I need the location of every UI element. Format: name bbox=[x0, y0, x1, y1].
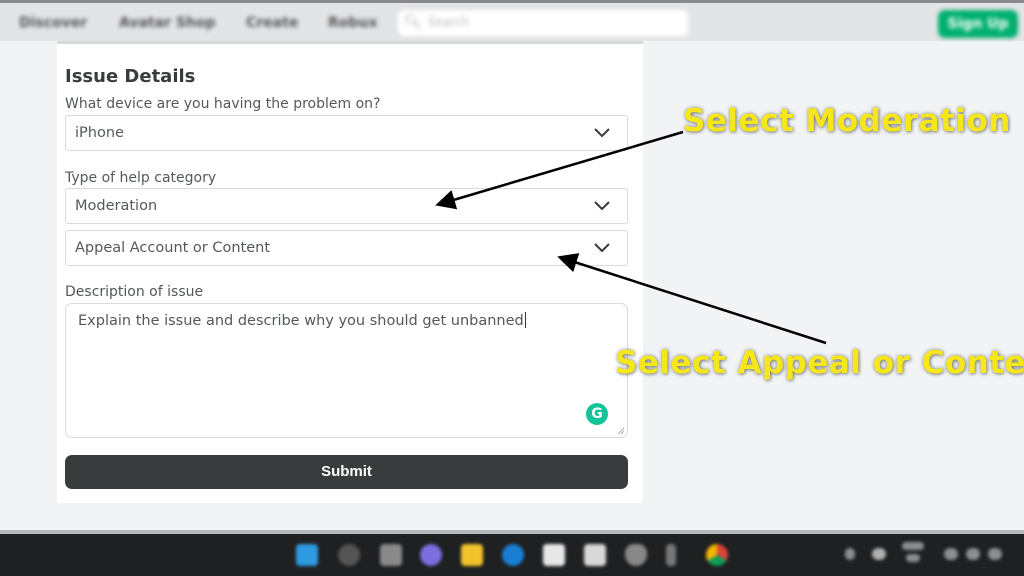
device-select-value: iPhone bbox=[75, 125, 124, 141]
text-caret bbox=[524, 312, 526, 328]
category-select[interactable]: Moderation bbox=[65, 188, 628, 224]
nav-link-robux[interactable]: Robux bbox=[328, 15, 377, 31]
nav-link-create[interactable]: Create bbox=[246, 15, 298, 31]
search-placeholder: Search bbox=[428, 15, 470, 29]
windows-start-icon[interactable] bbox=[296, 544, 318, 566]
shield-icon[interactable] bbox=[625, 544, 647, 566]
section-heading: Issue Details bbox=[65, 66, 196, 87]
app-icon[interactable] bbox=[584, 544, 606, 566]
volume-icon[interactable] bbox=[966, 548, 980, 560]
description-textarea[interactable]: Explain the issue and describe why you s… bbox=[65, 303, 628, 438]
chevron-down-icon bbox=[594, 128, 610, 138]
search-icon: 🔍︎ bbox=[404, 14, 422, 30]
task-view-icon[interactable] bbox=[380, 544, 402, 566]
device-label: What device are you having the problem o… bbox=[65, 96, 381, 112]
resize-handle-icon[interactable] bbox=[617, 427, 625, 435]
search-icon[interactable] bbox=[338, 544, 360, 566]
tray-language-icon[interactable] bbox=[902, 542, 924, 550]
chat-icon[interactable] bbox=[420, 544, 442, 566]
battery-icon[interactable] bbox=[988, 548, 1002, 560]
chrome-icon[interactable] bbox=[706, 544, 728, 566]
tray-app-icon[interactable] bbox=[872, 548, 886, 560]
store-icon[interactable] bbox=[543, 544, 565, 566]
tray-language-sub-icon bbox=[906, 554, 920, 562]
category-select-value: Moderation bbox=[75, 198, 158, 214]
chevron-down-icon bbox=[594, 201, 610, 211]
subcategory-select-value: Appeal Account or Content bbox=[75, 240, 271, 256]
panel-divider bbox=[57, 41, 643, 44]
taskbar bbox=[0, 530, 1024, 576]
sign-up-button[interactable]: Sign Up bbox=[938, 10, 1018, 38]
description-text: Explain the issue and describe why you s… bbox=[78, 313, 524, 329]
submit-button[interactable]: Submit bbox=[65, 455, 628, 489]
subcategory-select[interactable]: Appeal Account or Content bbox=[65, 230, 628, 266]
terminal-icon[interactable] bbox=[666, 544, 676, 566]
top-navigation-bar: Discover Avatar Shop Create Robux 🔍︎ Sea… bbox=[0, 0, 1024, 41]
category-label: Type of help category bbox=[65, 170, 217, 186]
chevron-down-icon bbox=[594, 243, 610, 253]
nav-link-avatar-shop[interactable]: Avatar Shop bbox=[119, 15, 216, 31]
file-explorer-icon[interactable] bbox=[461, 544, 483, 566]
nav-link-discover[interactable]: Discover bbox=[19, 15, 87, 31]
edge-icon[interactable] bbox=[502, 544, 524, 566]
search-input[interactable]: 🔍︎ Search bbox=[398, 10, 688, 36]
device-select[interactable]: iPhone bbox=[65, 115, 628, 151]
grammarly-icon[interactable]: G bbox=[586, 403, 608, 425]
annotation-select-appeal: Select Appeal or Content bbox=[615, 345, 1024, 381]
tray-chevron-icon[interactable] bbox=[845, 548, 855, 560]
description-label: Description of issue bbox=[65, 284, 204, 300]
wifi-icon[interactable] bbox=[944, 548, 958, 560]
annotation-select-moderation: Select Moderation bbox=[683, 103, 1011, 139]
